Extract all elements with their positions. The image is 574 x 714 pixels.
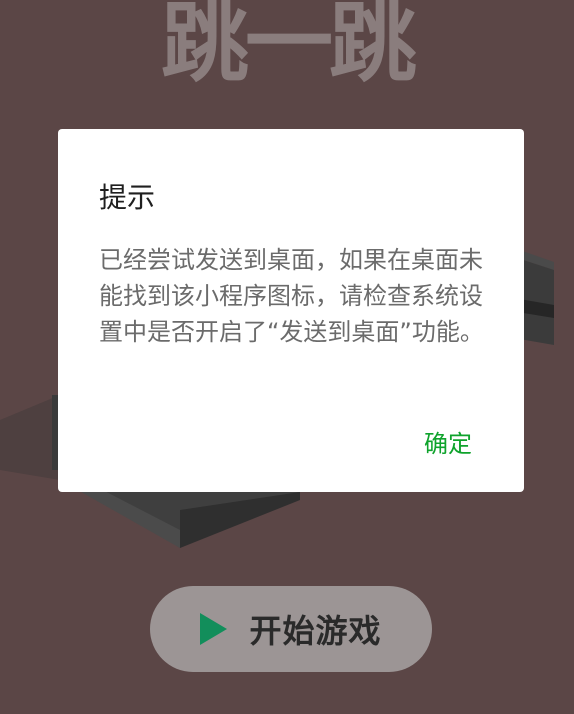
start-game-label: 开始游戏	[249, 612, 382, 650]
left-platform-shadow	[0, 395, 60, 480]
alert-dialog: 提示 已经尝试发送到桌面，如果在桌面未能找到该小程序图标，请检查系统设置中是否开…	[58, 129, 524, 492]
confirm-button[interactable]: 确定	[424, 424, 472, 459]
dialog-title: 提示	[99, 181, 156, 214]
play-icon	[200, 613, 228, 645]
dialog-message: 已经尝试发送到桌面，如果在桌面未能找到该小程序图标，请检查系统设置中是否开启了“…	[99, 246, 484, 346]
start-game-button[interactable]: 开始游戏	[150, 586, 432, 672]
